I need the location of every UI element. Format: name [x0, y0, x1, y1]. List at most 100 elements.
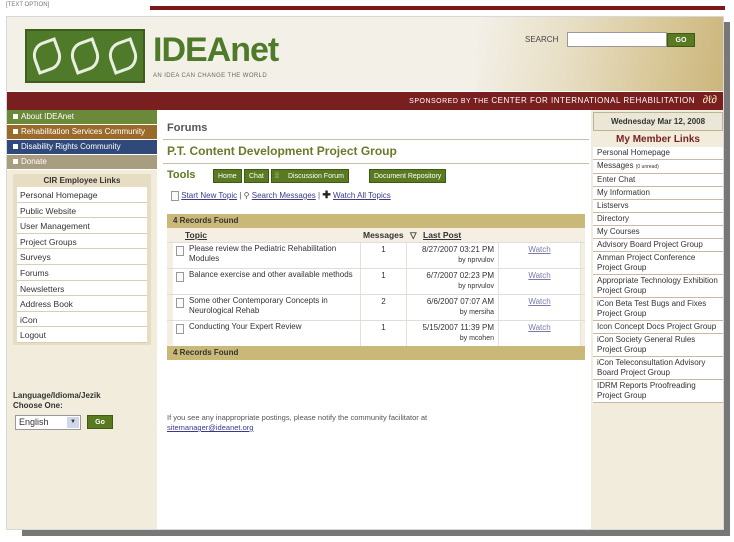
topic-cell[interactable]: Conducting Your Expert Review — [173, 321, 361, 346]
member-link-appropriate-technology[interactable]: Appropriate Technology Exhibition Projec… — [593, 275, 723, 298]
member-link-enter-chat[interactable]: Enter Chat — [593, 174, 723, 187]
right-sidebar: Wednesday Mar 12, 2008 My Member Links P… — [591, 110, 723, 529]
cir-link-forums[interactable]: Forums — [17, 264, 147, 281]
cir-link-public-website[interactable]: Public Website — [17, 202, 147, 219]
member-link-icon-teleconsultation[interactable]: iCon Teleconsultation Advisory Board Pro… — [593, 357, 723, 380]
text-option-link[interactable]: [TEXT OPTION] — [6, 2, 49, 8]
watch-all-topics-link[interactable]: Watch All Topics — [333, 191, 391, 200]
member-link-my-information[interactable]: My Information — [593, 187, 723, 200]
language-go-button[interactable]: Go — [87, 415, 113, 429]
page-shadow — [22, 530, 730, 536]
messages-count: 2 — [361, 295, 407, 320]
watch-link[interactable]: Watch — [528, 271, 550, 280]
nav-rehabilitation-services[interactable]: Rehabilitation Services Community — [7, 125, 157, 140]
document-icon — [176, 246, 184, 256]
search-go-button[interactable]: GO — [667, 33, 695, 47]
cir-link-user-management[interactable]: User Management — [17, 218, 147, 234]
tool-chat-button[interactable]: Chat — [244, 169, 269, 183]
topic-title[interactable]: Some other Contemporary Concepts in Neur… — [189, 296, 328, 315]
grid-icon: ⁞⁞ — [275, 173, 279, 180]
cir-link-newsletters[interactable]: Newsletters — [17, 280, 147, 297]
group-title: P.T. Content Development Project Group — [167, 144, 397, 158]
member-link-icon-concept-docs[interactable]: Icon Concept Docs Project Group — [593, 321, 723, 334]
nav-disability-rights[interactable]: Disability Rights Community — [7, 140, 157, 155]
square-bullet-icon — [13, 144, 18, 150]
facilitator-email-link[interactable]: sitemanager@ideanet.org — [167, 423, 253, 432]
last-post-date: 6/6/2007 07:07 AM — [426, 297, 494, 306]
nav-label: About IDEAnet — [21, 112, 74, 121]
top-rule — [150, 6, 725, 10]
notice-message: If you see any inappropriate postings, p… — [167, 413, 428, 422]
last-post-author: by mersiha — [459, 309, 494, 316]
last-post-cell: 5/15/2007 11:39 PM by mcohen — [407, 321, 499, 346]
nav-label: Disability Rights Community — [21, 142, 121, 151]
member-link-amman-project[interactable]: Amman Project Conference Project Group — [593, 252, 723, 275]
tool-document-repository-button[interactable]: Document Repository — [369, 169, 447, 183]
sponsor-link[interactable]: CENTER FOR INTERNATIONAL REHABILITATION — [491, 96, 695, 105]
member-link-listservs[interactable]: Listservs — [593, 200, 723, 213]
search-messages-link[interactable]: Search Messages — [252, 191, 316, 200]
cir-link-surveys[interactable]: Surveys — [17, 249, 147, 265]
divider — [163, 139, 589, 140]
site-logo-text[interactable]: IDEAnet — [153, 31, 279, 70]
current-date: Wednesday Mar 12, 2008 — [593, 112, 723, 131]
forum-actions: Start New Topic | ⚲ Search Messages | ✚ … — [171, 190, 391, 201]
cir-link-personal-homepage[interactable]: Personal Homepage — [17, 187, 147, 203]
table-row[interactable]: Balance exercise and other available met… — [167, 268, 585, 294]
search-label: SEARCH — [525, 35, 559, 44]
topic-cell[interactable]: Balance exercise and other available met… — [173, 269, 361, 294]
tool-home-button[interactable]: Home — [213, 169, 242, 183]
member-link-icon-beta-test[interactable]: iCon Beta Test Bugs and Fixes Project Gr… — [593, 298, 723, 321]
member-link-idrm-reports[interactable]: IDRM Reports Proofreading Project Group — [593, 380, 723, 403]
watch-link[interactable]: Watch — [528, 323, 550, 332]
document-icon — [176, 298, 184, 308]
watch-cell: Watch — [499, 269, 581, 294]
notice-text: If you see any inappropriate postings, p… — [167, 413, 527, 433]
member-link-my-courses[interactable]: My Courses — [593, 226, 723, 239]
nav-about-ideanet[interactable]: About IDEAnet — [7, 110, 157, 125]
table-row[interactable]: Please review the Pediatric Rehabilitati… — [167, 242, 585, 268]
watch-cell: Watch — [499, 243, 581, 268]
last-post-author: by nprvulov — [458, 283, 494, 290]
col-messages-header[interactable]: Messages — [363, 230, 404, 240]
start-new-topic-link[interactable]: Start New Topic — [181, 191, 237, 200]
page-container: IDEAnet AN IDEA CAN CHANGE THE WORLD SEA… — [6, 16, 724, 530]
topic-title[interactable]: Balance exercise and other available met… — [189, 270, 353, 279]
search-input[interactable] — [567, 32, 667, 47]
topic-title[interactable]: Conducting Your Expert Review — [189, 322, 302, 331]
nav-donate[interactable]: Donate — [7, 155, 157, 170]
topic-cell[interactable]: Please review the Pediatric Rehabilitati… — [173, 243, 361, 268]
member-link-icon-society-rules[interactable]: iCon Society General Rules Project Group — [593, 334, 723, 357]
col-topic-header[interactable]: Topic — [185, 230, 207, 240]
topic-title[interactable]: Please review the Pediatric Rehabilitati… — [189, 244, 336, 263]
table-row[interactable]: Conducting Your Expert Review 1 5/15/200… — [167, 320, 585, 346]
watch-link[interactable]: Watch — [528, 245, 550, 254]
member-link-directory[interactable]: Directory — [593, 213, 723, 226]
watch-cell: Watch — [499, 295, 581, 320]
col-last-post-header[interactable]: Last Post — [423, 230, 461, 240]
table-header-row: Topic Messages ▽ Last Post — [167, 228, 585, 242]
watch-cell: Watch — [499, 321, 581, 346]
language-select[interactable]: English ▼ — [15, 415, 81, 430]
tool-discussion-forum-button[interactable]: ⁞⁞ Discussion Forum — [271, 169, 350, 183]
sort-desc-icon[interactable]: ▽ — [410, 230, 417, 241]
cir-link-address-book[interactable]: Address Book — [17, 296, 147, 312]
document-icon — [176, 272, 184, 282]
member-link-personal-homepage[interactable]: Personal Homepage — [593, 147, 723, 160]
watch-link[interactable]: Watch — [528, 297, 550, 306]
messages-label: Messages — [597, 161, 634, 170]
cir-link-logout[interactable]: Logout — [17, 327, 147, 343]
logo-leaves-icon[interactable] — [25, 29, 145, 83]
cir-link-icon[interactable]: iCon — [17, 311, 147, 328]
last-post-date: 5/15/2007 11:39 PM — [422, 323, 494, 332]
chevron-down-icon[interactable]: ▼ — [67, 417, 79, 428]
cir-link-project-groups[interactable]: Project Groups — [17, 233, 147, 250]
topic-cell[interactable]: Some other Contemporary Concepts in Neur… — [173, 295, 361, 320]
language-title: Language/Idioma/Jezik — [13, 391, 101, 400]
member-link-messages[interactable]: Messages (0 unread) — [593, 160, 723, 174]
records-count-header: 4 Records Found — [167, 214, 585, 228]
page-shadow — [724, 22, 730, 536]
table-row[interactable]: Some other Contemporary Concepts in Neur… — [167, 294, 585, 320]
member-link-advisory-board[interactable]: Advisory Board Project Group — [593, 239, 723, 252]
leaf-icon — [28, 37, 66, 75]
